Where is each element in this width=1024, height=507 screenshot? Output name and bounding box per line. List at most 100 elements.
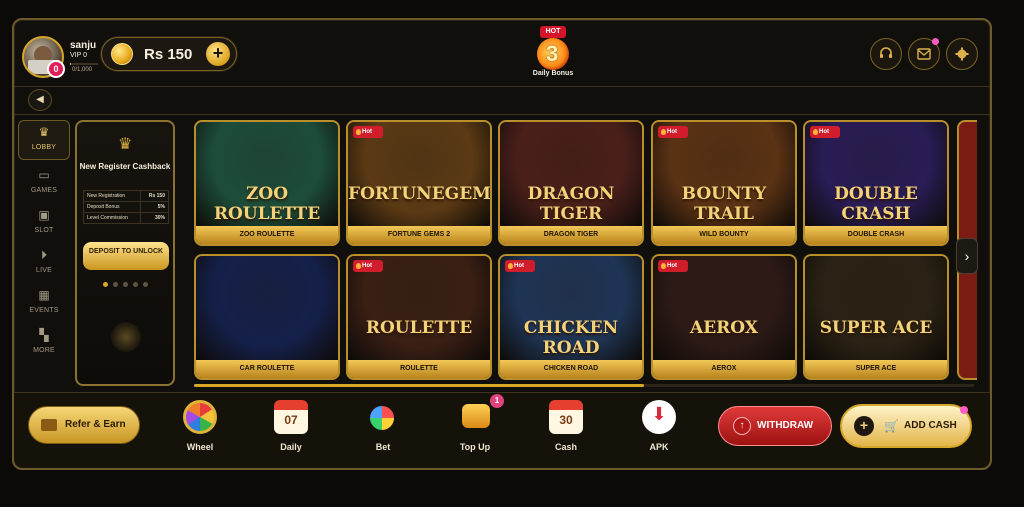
daily-button[interactable]: 07 Daily (266, 400, 316, 460)
coin-icon (111, 43, 133, 65)
chest-icon (462, 404, 490, 428)
game-tile[interactable]: DOUBLE CRASH Hot DOUBLE CRASH (803, 120, 949, 246)
promo-key: Level Commission (82, 212, 142, 224)
withdraw-label: WITHDRAW (757, 420, 814, 431)
crown-icon: ♛ (118, 136, 133, 153)
grid-icon: ▚ (39, 328, 49, 342)
promo-value: 30% (140, 212, 169, 224)
top-up-label: Top Up (459, 442, 491, 452)
add-cash-button[interactable]: + 🛒 ADD CASH (840, 404, 972, 448)
announcement-button[interactable]: ◀ (28, 89, 52, 111)
game-tile[interactable]: SUPER ACE SUPER ACE (803, 254, 949, 380)
bet-label: Bet (375, 442, 391, 452)
nav-label: SLOT (34, 227, 54, 234)
hot-badge: Hot (658, 260, 688, 272)
game-art-title: ZOO ROULETTE (213, 184, 321, 224)
wheel-icon (183, 400, 217, 434)
add-cash-label: ADD CASH (904, 420, 957, 431)
promo-row: New Registration Rs 150 (82, 190, 169, 202)
vip-progress-fill (70, 63, 72, 65)
game-tile[interactable]: ROULETTE Hot ROULETTE (346, 254, 492, 380)
daily-bonus-label: Daily Bonus (532, 70, 574, 77)
nav-games[interactable]: ▭ GAMES (18, 164, 70, 204)
gift-card-icon (41, 419, 57, 431)
carousel-dot[interactable] (113, 282, 118, 287)
promo-title: New Register Cashback (79, 162, 171, 171)
nav-live[interactable]: ⏵ LIVE (18, 244, 70, 284)
nav-lobby[interactable]: ♛ LOBBY (18, 120, 70, 160)
headset-icon (880, 47, 892, 58)
game-name: DRAGON TIGER (500, 226, 642, 244)
apk-label: APK (649, 442, 669, 452)
game-tile-peek[interactable] (957, 120, 977, 246)
chevron-right-icon: › (964, 248, 970, 264)
username: sanju (70, 40, 97, 51)
carousel-dots[interactable] (103, 282, 151, 288)
play-icon: ⏵ (40, 248, 47, 262)
calendar-icon: 07 (274, 400, 308, 434)
game-art-title: CHICKEN ROAD (523, 318, 619, 358)
settings-icon (955, 47, 969, 61)
nav-events[interactable]: ▦ EVENTS (18, 284, 70, 324)
controller-icon: ▭ (38, 168, 50, 182)
daily-bonus-icon (537, 38, 569, 70)
wheel-label: Wheel (186, 442, 214, 452)
carousel-dot[interactable] (103, 282, 108, 287)
game-name: DOUBLE CRASH (805, 226, 947, 244)
bet-button[interactable]: Bet (358, 400, 408, 460)
game-tile[interactable]: DRAGON TIGER DRAGON TIGER (498, 120, 644, 246)
game-tile[interactable]: CHICKEN ROAD Hot CHICKEN ROAD (498, 254, 644, 380)
game-art-title: BOUNTY TRAIL (681, 184, 767, 224)
nav-label: EVENTS (29, 307, 59, 314)
wheel-button[interactable]: Wheel (175, 400, 225, 460)
cash-button[interactable]: 30 Cash (541, 400, 591, 460)
game-name: ZOO ROULETTE (196, 226, 338, 244)
top-up-badge: 1 (490, 394, 504, 408)
scroll-thumb[interactable] (194, 384, 644, 387)
mail-button[interactable] (908, 38, 940, 70)
nav-slot[interactable]: ▣ SLOT (18, 204, 70, 244)
top-up-button[interactable]: Top Up (450, 400, 500, 460)
side-nav: ♛ LOBBY ▭ GAMES ▣ SLOT ⏵ LIVE ▦ EVENTS ▚ MORE (18, 120, 70, 354)
refer-earn-label: Refer & Earn (65, 419, 126, 430)
daily-bonus-button[interactable]: HOT Daily Bonus (525, 26, 581, 82)
plus-icon: + (854, 416, 874, 436)
carousel-dot[interactable] (133, 282, 138, 287)
game-tile[interactable]: BOUNTY TRAIL Hot WILD BOUNTY (651, 120, 797, 246)
roulette-icon (370, 406, 394, 430)
game-art-title: DRAGON TIGER (527, 184, 615, 224)
apk-button[interactable]: APK (634, 400, 684, 460)
nav-more[interactable]: ▚ MORE (18, 324, 70, 364)
hot-badge: Hot (353, 260, 383, 272)
add-balance-button[interactable]: + (206, 42, 230, 66)
withdraw-button[interactable]: ↑ WITHDRAW (718, 406, 832, 446)
carousel-dot[interactable] (143, 282, 148, 287)
calendar-icon: 30 (549, 400, 583, 434)
game-tile[interactable]: FORTUNEGEMS2 Hot FORTUNE GEMS 2 (346, 120, 492, 246)
support-button[interactable] (870, 38, 902, 70)
game-tile[interactable]: AEROX Hot AEROX (651, 254, 797, 380)
hot-badge: Hot (505, 260, 535, 272)
settings-button[interactable] (946, 38, 978, 70)
game-grid: ZOO ROULETTE ZOO ROULETTE FORTUNEGEMS2HotF… (191, 120, 977, 384)
crown-icon: ♛ (38, 125, 50, 139)
deposit-to-unlock-button[interactable]: DEPOSIT TO UNLOCK (83, 242, 169, 270)
balance-amount: Rs 150 (144, 46, 193, 63)
promo-value: Rs 150 (140, 190, 169, 202)
balance-pill[interactable]: Rs 150 + (101, 37, 237, 71)
promo-card[interactable]: ♛ New Register Cashback New Registration… (75, 120, 175, 386)
slot-icon: ▣ (38, 208, 50, 222)
game-name: WILD BOUNTY (653, 226, 795, 244)
game-art-title: SUPER ACE (819, 318, 933, 338)
carousel-dot[interactable] (123, 282, 128, 287)
refer-earn-button[interactable]: Refer & Earn (28, 406, 140, 444)
vip-progress-bar (70, 63, 98, 65)
game-tile[interactable]: ZOO ROULETTE ZOO ROULETTE (194, 120, 340, 246)
game-tile[interactable]: CAR ROULETTE (194, 254, 340, 380)
download-icon (642, 400, 676, 434)
promo-table: New Registration Rs 150 Deposit Bonus 5% L… (82, 190, 169, 224)
promo-row: Level Commission 30% (82, 212, 169, 224)
next-page-button[interactable]: › (956, 238, 978, 274)
cash-label: Cash (554, 442, 577, 452)
game-name: ROULETTE (348, 360, 490, 378)
